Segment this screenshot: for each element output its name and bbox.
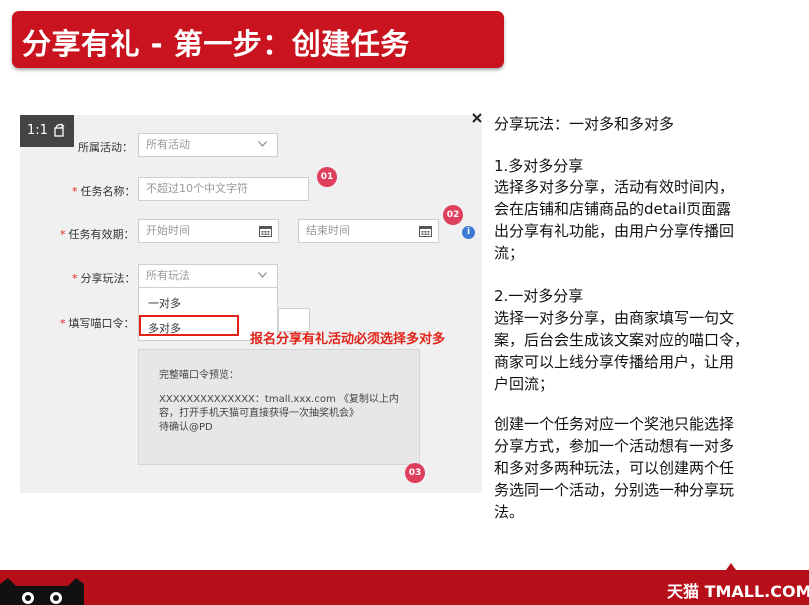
calendar-icon[interactable] <box>419 225 432 237</box>
description-line: 和多对多两种玩法，可以创建两个任 <box>494 459 735 477</box>
share-option-one-to-many[interactable]: 一对多 <box>148 295 181 311</box>
description-heading: 分享玩法：一对多和多对多 <box>494 115 675 133</box>
description-line: 分享方式，参加一个活动想有一对多 <box>494 437 735 455</box>
footer-notch <box>726 563 736 570</box>
activity-select[interactable]: 所有活动 <box>138 133 278 157</box>
task-name-label: * 任务名称： <box>72 185 136 198</box>
chevron-down-icon <box>258 272 267 278</box>
zoom-control[interactable]: 1:1 <box>20 115 74 147</box>
start-date-placeholder: 开始时间 <box>146 224 190 237</box>
task-name-label-text: 任务名称： <box>80 185 136 198</box>
validity-label-text: 任务有效期： <box>68 228 135 241</box>
description-line: 案，后台会生成该文案对应的喵口令， <box>494 331 750 349</box>
step-badge-03: 03 <box>405 463 425 483</box>
title-banner: 分享有礼 - 第一步：创建任务 <box>12 11 504 68</box>
end-date-placeholder: 结束时间 <box>306 224 350 237</box>
info-icon[interactable]: i <box>462 226 475 239</box>
preview-line: XXXXXXXXXXXXXX：tmall.xxx.com 《复制以上内 <box>159 394 399 405</box>
rotate-icon[interactable] <box>52 123 66 137</box>
description-line: 务选同一个活动，分别选一种分享玩 <box>494 481 735 499</box>
selected-option-highlight <box>139 315 239 336</box>
description-line: 会在店铺和店铺商品的detail页面露 <box>494 200 732 218</box>
preview-line: 容，打开手机天猫可直接获得一次抽奖机会》 <box>159 408 359 419</box>
password-preview: 完整喵口令预览： XXXXXXXXXXXXXX：tmall.xxx.com 《复… <box>138 349 420 465</box>
preview-line: 待确认@PD <box>159 422 213 433</box>
task-name-placeholder: 不超过10个中文字符 <box>146 182 248 195</box>
description-line: 商家可以上线分享传播给用户，让用 <box>494 353 735 371</box>
tmall-brand: 天猫 TMALL.COM <box>667 582 809 601</box>
description-subheading: 1.多对多分享 <box>494 157 584 175</box>
zoom-label: 1:1 <box>27 123 48 138</box>
calendar-icon[interactable] <box>259 225 272 237</box>
chevron-down-icon <box>258 141 267 147</box>
description-line: 创建一个任务对应一个奖池只能选择 <box>494 415 735 433</box>
close-icon[interactable] <box>472 113 482 123</box>
share-mode-select-value: 所有玩法 <box>146 269 190 282</box>
share-mode-label-text: 分享玩法： <box>80 272 136 285</box>
description-subheading: 2.一对多分享 <box>494 287 584 305</box>
description-line: 选择多对多分享，活动有效时间内， <box>494 178 735 196</box>
annotation-text: 报名分享有礼活动必须选择多对多 <box>250 332 446 347</box>
task-name-input[interactable]: 不超过10个中文字符 <box>138 177 309 201</box>
activity-select-value: 所有活动 <box>146 138 190 151</box>
password-label: * 填写喵口令： <box>60 317 135 330</box>
preview-title: 完整喵口令预览： <box>159 370 239 381</box>
form-screenshot-panel: 1:1 所属活动： 所有活动 * 任务名称： 不超过10个中文字符 01 * 任务有… <box>20 113 482 493</box>
start-date-input[interactable]: 开始时间 <box>138 219 279 243</box>
footer-bar: 天猫 TMALL.COM <box>0 570 809 605</box>
share-mode-label: * 分享玩法： <box>72 272 136 285</box>
page-title: 分享有礼 - 第一步：创建任务 <box>22 27 410 61</box>
description-line: 法。 <box>494 503 525 521</box>
step-badge-02: 02 <box>443 205 463 225</box>
validity-label: * 任务有效期： <box>60 228 135 241</box>
description-line: 流； <box>494 244 525 262</box>
end-date-input[interactable]: 结束时间 <box>298 219 439 243</box>
share-mode-select[interactable]: 所有玩法 <box>138 264 278 288</box>
password-label-text: 填写喵口令： <box>68 317 135 330</box>
activity-label: 所属活动： <box>78 141 133 154</box>
description-line: 户回流； <box>494 375 555 393</box>
step-badge-01: 01 <box>317 167 337 187</box>
description-line: 选择一对多分享，由商家填写一句文 <box>494 309 735 327</box>
tmall-cat-logo-icon <box>0 578 84 605</box>
description-line: 出分享有礼功能，由用户分享传播回 <box>494 222 735 240</box>
